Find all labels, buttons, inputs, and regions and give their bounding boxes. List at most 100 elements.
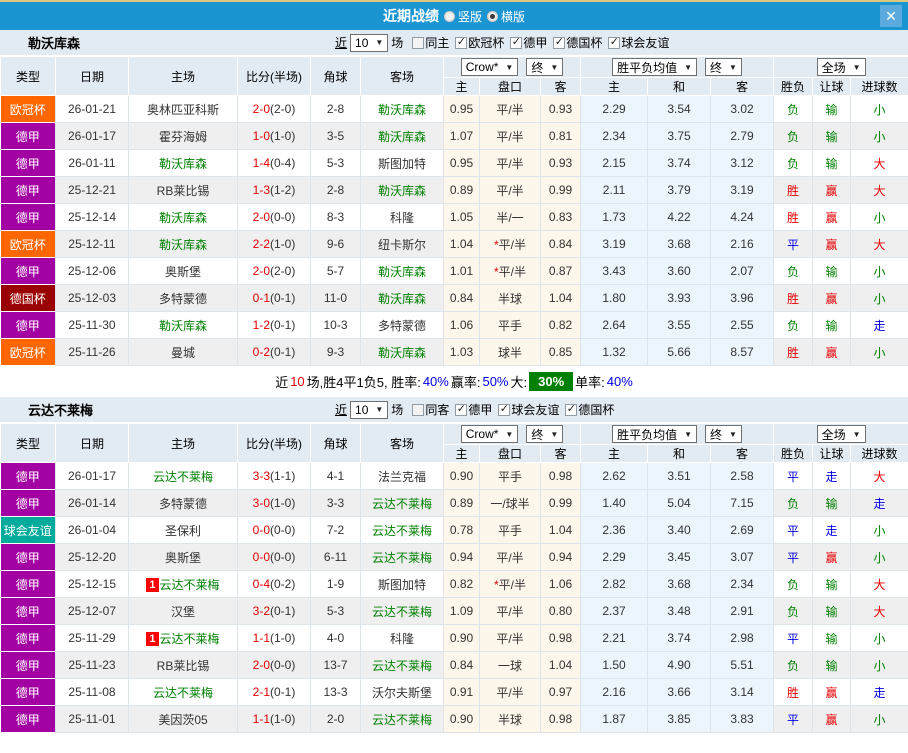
- avg-draw-odds: 3.79: [647, 176, 712, 204]
- checkbox-icon[interactable]: [412, 36, 425, 49]
- avg-home-odds: 1.50: [580, 651, 649, 679]
- match-type-badge: 德甲: [0, 570, 56, 598]
- match-date: 25-11-30: [55, 311, 129, 339]
- league-filter-checkbox[interactable]: 德国杯: [547, 34, 602, 51]
- section-header: 勒沃库森 近 10▼ 场 同主 欧冠杯德甲德国杯球会友谊: [0, 30, 908, 56]
- col-avg-home: 主: [580, 444, 649, 463]
- avg-home-odds: 1.73: [580, 203, 649, 231]
- table-row: 德国杯 25-12-03 多特蒙德 0-1(0-1) 11-0 勒沃库森 0.8…: [0, 284, 908, 312]
- scope-select[interactable]: 全场 ▼: [816, 425, 866, 443]
- match-type-badge: 德国杯: [0, 284, 56, 312]
- handicap: 半球: [479, 705, 541, 733]
- avg-away-odds: 2.79: [710, 122, 775, 150]
- table-row: 德甲 26-01-11 勒沃库森 1-4(0-4) 5-3 斯图加特 0.95 …: [0, 149, 908, 177]
- result-wdl: 平: [773, 462, 814, 490]
- matches-table: 类型 日期 主场 比分(半场) 角球 客场 Crow* ▼ 终 ▼ 胜平负均值 ▼ 终…: [0, 423, 908, 733]
- league-filters: 欧冠杯德甲德国杯球会友谊: [449, 34, 669, 51]
- checkbox-icon[interactable]: [608, 36, 621, 49]
- col-odds-home: 主: [443, 444, 480, 463]
- radio-selected-icon[interactable]: [487, 10, 498, 22]
- handicap: 平/半: [479, 122, 541, 150]
- home-team: 圣保利: [128, 516, 238, 544]
- same-venue-checkbox[interactable]: 同主: [406, 34, 449, 51]
- score: 3-3(1-1): [237, 462, 311, 490]
- away-team: 斯图加特: [360, 149, 444, 177]
- home-team: 曼城: [128, 338, 238, 366]
- match-date: 25-12-07: [55, 597, 129, 625]
- same-venue-checkbox[interactable]: 同客: [406, 401, 449, 418]
- avg-odds-select[interactable]: 胜平负均值 ▼: [612, 425, 698, 443]
- result-wdl: 胜: [773, 338, 814, 366]
- layout-option-horizontal[interactable]: 横版: [487, 8, 525, 25]
- chevron-down-icon: ▼: [375, 405, 384, 414]
- odds-home: 0.91: [443, 678, 480, 706]
- away-team: 法兰克福: [360, 462, 444, 490]
- final-odds-select[interactable]: 终 ▼: [526, 58, 564, 76]
- match-count-select[interactable]: 10 ▼: [350, 33, 389, 52]
- avg-away-odds: 7.15: [710, 489, 775, 517]
- odds-home: 0.95: [443, 149, 480, 177]
- score: 1-0(1-0): [237, 122, 311, 150]
- result-wdl: 胜: [773, 176, 814, 204]
- final-odds-select[interactable]: 终 ▼: [526, 425, 564, 443]
- result-goals: 小: [850, 543, 908, 571]
- odds-company-select[interactable]: Crow* ▼: [460, 425, 519, 443]
- final-avg-select[interactable]: 终 ▼: [705, 58, 742, 76]
- odds-home: 0.89: [443, 176, 480, 204]
- close-icon[interactable]: ✕: [880, 5, 902, 27]
- checkbox-icon[interactable]: [553, 36, 566, 49]
- avg-away-odds: 3.07: [710, 543, 775, 571]
- avg-away-odds: 3.96: [710, 284, 775, 312]
- handicap: *平/半: [479, 570, 541, 598]
- match-count-select[interactable]: 10 ▼: [350, 400, 389, 419]
- handicap: 平/半: [479, 543, 541, 571]
- odds-company-select[interactable]: Crow* ▼: [460, 58, 519, 76]
- match-type-badge: 德甲: [0, 489, 56, 517]
- checkbox-icon[interactable]: [412, 403, 425, 416]
- league-filter-checkbox[interactable]: 德甲: [504, 34, 547, 51]
- avg-draw-odds: 3.85: [647, 705, 712, 733]
- checkbox-icon[interactable]: [455, 36, 468, 49]
- avg-draw-odds: 3.40: [647, 516, 712, 544]
- match-date: 25-11-26: [55, 338, 129, 366]
- col-corner: 角球: [310, 56, 361, 96]
- avg-away-odds: 4.24: [710, 203, 775, 231]
- col-away: 客场: [360, 56, 444, 96]
- result-handicap: 赢: [812, 284, 852, 312]
- avg-draw-odds: 4.22: [647, 203, 712, 231]
- match-date: 26-01-21: [55, 95, 129, 123]
- avg-away-odds: 8.57: [710, 338, 775, 366]
- checkbox-icon[interactable]: [510, 36, 523, 49]
- league-filter-checkbox[interactable]: 球会友谊: [492, 401, 559, 418]
- result-wdl: 平: [773, 624, 814, 652]
- scope-select[interactable]: 全场 ▼: [816, 58, 866, 76]
- league-filter-checkbox[interactable]: 德甲: [449, 401, 492, 418]
- match-date: 26-01-17: [55, 122, 129, 150]
- match-type-badge: 德甲: [0, 597, 56, 625]
- odds-away: 1.04: [539, 651, 582, 679]
- chevron-down-icon: ▼: [505, 429, 514, 439]
- match-type-badge: 欧冠杯: [0, 230, 56, 258]
- odds-home: 0.84: [443, 651, 480, 679]
- radio-unselected-icon[interactable]: [443, 10, 455, 22]
- avg-odds-select[interactable]: 胜平负均值 ▼: [612, 58, 698, 76]
- league-filter-checkbox[interactable]: 德国杯: [559, 401, 614, 418]
- score: 0-1(0-1): [237, 284, 311, 312]
- away-team: 云达不莱梅: [360, 705, 444, 733]
- league-filter-checkbox[interactable]: 欧冠杯: [449, 34, 504, 51]
- checkbox-icon[interactable]: [455, 403, 468, 416]
- match-date: 26-01-14: [55, 489, 129, 517]
- titlebar: 近期战绩 竖版 横版 ✕: [0, 2, 908, 30]
- chevron-down-icon: ▼: [505, 62, 514, 72]
- avg-draw-odds: 3.75: [647, 122, 712, 150]
- handicap: *平/半: [479, 230, 541, 258]
- layout-option-vertical[interactable]: 竖版: [443, 8, 482, 25]
- checkbox-icon[interactable]: [565, 403, 578, 416]
- avg-home-odds: 1.32: [580, 338, 649, 366]
- final-avg-select[interactable]: 终 ▼: [705, 425, 742, 443]
- checkbox-icon[interactable]: [498, 403, 511, 416]
- col-handicap-result: 让球: [812, 77, 852, 96]
- corners: 6-11: [310, 543, 361, 571]
- avg-away-odds: 2.91: [710, 597, 775, 625]
- league-filter-checkbox[interactable]: 球会友谊: [602, 34, 669, 51]
